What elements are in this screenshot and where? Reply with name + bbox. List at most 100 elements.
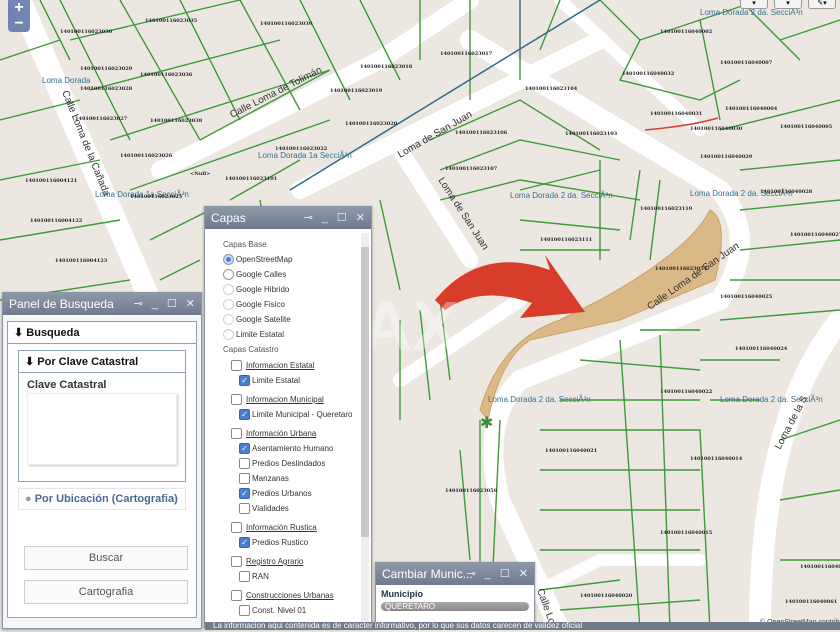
map-toolbar: ▾ ▾ ✎▾ [740,0,836,9]
minimize-icon[interactable]: _ [322,207,328,229]
clave-input[interactable] [27,393,177,465]
radio-button[interactable] [223,299,234,310]
group-label[interactable]: Construcciones Urbanas [246,591,334,600]
minimize-icon[interactable]: _ [485,563,491,585]
layer-item[interactable]: ✓ Limite Municipal - Queretaro [223,407,371,422]
radio-button[interactable] [223,254,234,265]
pin-icon[interactable]: ⊸ [467,563,476,585]
base-layer-option[interactable]: OpenStreetMap [223,252,371,267]
layer-item[interactable]: Const. Nivel 01 [223,603,371,618]
section-label: Capas Catastro [223,345,279,354]
radio-button[interactable] [223,269,234,280]
group-label[interactable]: Registro Agrario [246,557,303,566]
cartografia-button[interactable]: Cartografia [24,580,188,604]
parcel-label: 140100116040005 [780,124,833,130]
group-label[interactable]: Información Rustica [246,523,317,532]
group-checkbox[interactable] [231,590,242,601]
parcel-label: 140100116023103 [565,131,618,137]
tool-button[interactable]: ✎▾ [808,0,836,9]
close-icon[interactable]: ✕ [186,293,195,315]
base-layer-option[interactable]: Google Hibrido [223,282,371,297]
layer-group[interactable]: Informacion Municipal [223,392,371,407]
layer-checkbox[interactable]: ✓ [239,443,250,454]
layer-checkbox[interactable] [239,458,250,469]
layer-group[interactable]: Informacion Estatal [223,358,371,373]
layer-label: RAN [252,572,269,581]
location-marker-icon[interactable]: ✱ [480,415,493,432]
maximize-icon[interactable]: ☐ [337,207,347,229]
layer-checkbox[interactable] [239,503,250,514]
parcel-label: 140100116040014 [690,456,743,462]
layer-item[interactable]: ✓ Asentamiento Humano [223,441,371,456]
layer-checkbox[interactable]: ✓ [239,488,250,499]
buscar-button[interactable]: Buscar [24,546,188,570]
maximize-icon[interactable]: ☐ [167,293,177,315]
layer-label: Predios Urbanos [252,489,312,498]
radio-button[interactable] [223,284,234,295]
maximize-icon[interactable]: ☐ [500,563,510,585]
parcel-label: 140100116040007 [720,60,773,66]
base-layer-option[interactable]: Limite Estatal [223,327,371,342]
layer-label: Limite Municipal - Queretaro [252,410,353,419]
layer-item[interactable]: ✓ Limite Estatal [223,373,371,388]
group-checkbox[interactable] [231,556,242,567]
busqueda-header[interactable]: ⬇ Busqueda [8,322,196,344]
layer-checkbox[interactable] [239,571,250,582]
zoom-in-button[interactable]: + [8,0,30,16]
clave-header[interactable]: ⬇ Por Clave Catastral [19,351,185,373]
layer-checkbox[interactable]: ✓ [239,409,250,420]
layer-item[interactable]: Vialidades [223,501,371,516]
municipio-select[interactable]: QUERETARO [381,602,529,611]
parcel-label: 140100116040030 [690,126,743,132]
layer-item[interactable]: RAN [223,569,371,584]
layer-item[interactable]: Predios Deslindados [223,456,371,471]
minimize-icon[interactable]: _ [152,293,158,315]
scrollbar[interactable] [361,233,369,623]
layer-item[interactable]: ✓ Predios Urbanos [223,486,371,501]
group-label[interactable]: Información Urbana [246,429,316,438]
parcel-label: 140100116040027 [790,232,840,238]
ubicacion-header[interactable]: ● Por Ubicación (Cartografia) [18,488,186,510]
base-layer-option[interactable]: Google Fisico [223,297,371,312]
layer-group[interactable]: Construcciones Urbanas [223,588,371,603]
layer-item[interactable]: Manzanas [223,471,371,486]
radio-button[interactable] [223,314,234,325]
layer-label: Asentamiento Humano [252,444,334,453]
tool-button[interactable]: ▾ [774,0,802,9]
layer-group[interactable]: Registro Agrario [223,554,371,569]
parcel-label: 140100116040002 [660,29,713,35]
close-icon[interactable]: ✕ [519,563,528,585]
search-panel: Panel de Busqueda ⊸ _ ☐ ✕ ⬇ Busqueda ⬇ Por … [2,292,202,629]
scrollbar-thumb[interactable] [361,247,369,537]
layer-checkbox[interactable] [239,605,250,616]
zoom-out-button[interactable]: − [8,16,30,32]
municipio-window-titlebar[interactable]: Cambiar Munic... ⊸ _ ☐ ✕ [376,563,534,585]
group-label[interactable]: Informacion Estatal [246,361,314,370]
layer-group[interactable]: Información Rustica [223,520,371,535]
layer-checkbox[interactable] [239,473,250,484]
place-label: Loma Dorada 1a SecciÃ³n [258,151,352,160]
layers-window-titlebar[interactable]: Capas ⊸ _ ☐ ✕ [205,207,371,229]
parcel-label: 140100116040032 [622,71,675,77]
search-panel-titlebar[interactable]: Panel de Busqueda ⊸ _ ☐ ✕ [3,293,201,315]
group-checkbox[interactable] [231,522,242,533]
base-layer-option[interactable]: Google Calles [223,267,371,282]
radio-button[interactable] [223,329,234,340]
close-icon[interactable]: ✕ [356,207,365,229]
group-checkbox[interactable] [231,394,242,405]
layer-group[interactable]: Información Urbana [223,426,371,441]
group-checkbox[interactable] [231,428,242,439]
group-label[interactable]: Informacion Municipal [246,395,324,404]
layer-item[interactable]: ✓ Predios Rustico [223,535,371,550]
layer-checkbox[interactable]: ✓ [239,537,250,548]
layer-checkbox[interactable]: ✓ [239,375,250,386]
base-layer-label: Google Hibrido [236,285,290,294]
pin-icon[interactable]: ⊸ [304,207,313,229]
clave-section: ⬇ Por Clave Catastral Clave Catastral [18,350,186,482]
base-layer-label: Google Satelite [236,315,291,324]
tool-button[interactable]: ▾ [740,0,768,9]
parcel-label: 140100116004122 [30,218,83,224]
group-checkbox[interactable] [231,360,242,371]
base-layer-option[interactable]: Google Satelite [223,312,371,327]
pin-icon[interactable]: ⊸ [134,293,143,315]
